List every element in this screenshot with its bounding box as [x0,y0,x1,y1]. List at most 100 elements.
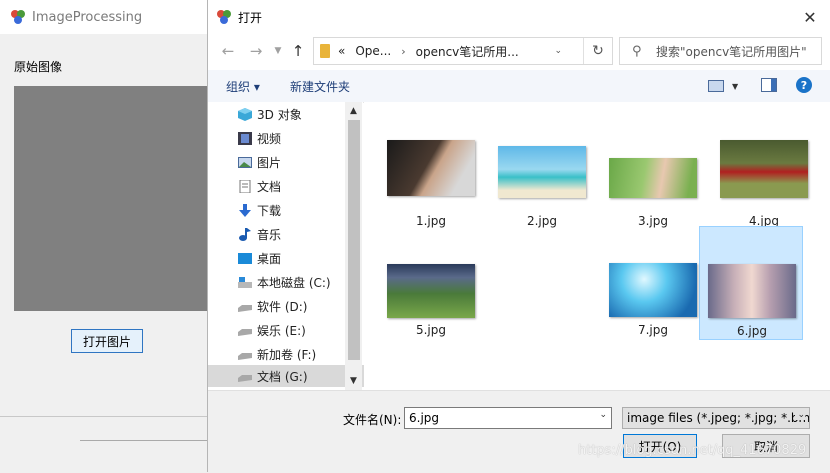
download-icon [238,203,252,217]
file-type-select[interactable]: image files (*.jpeg; *.jpg; *.bmp ⌄ [622,407,810,429]
sidebar-item-downloads[interactable]: 下载 [238,199,281,221]
forward-arrow-icon[interactable]: → [246,41,266,61]
sidebar-item-label: 娱乐 (E:) [257,323,306,338]
drive-icon [238,300,252,313]
sidebar-item-label: 本地磁盘 (C:) [257,275,331,290]
original-image-display [14,86,210,311]
background-window-bottom [0,416,210,443]
sidebar-item-label: 视频 [257,131,282,146]
sidebar-item-label: 桌面 [257,251,282,266]
image-thumbnail [609,158,697,198]
image-thumbnail [720,140,808,198]
drive-icon [238,370,252,383]
filename-label: 文件名(N): [343,413,402,427]
chevron-down-icon[interactable]: ⌄ [599,410,607,420]
refresh-icon[interactable]: ↻ [583,38,612,64]
sidebar-item-label: 新加卷 (F:) [257,347,317,362]
file-item[interactable]: 7.jpg [601,226,705,340]
chevron-down-icon: ⌄ [795,410,805,420]
sidebar-item-3d-objects[interactable]: 3D 对象 [238,103,302,125]
documents-icon [238,179,252,193]
sidebar-item-label: 文档 [257,179,282,194]
dialog-footer: 文件名(N): 6.jpg ⌄ image files (*.jpeg; *.j… [208,390,830,473]
sidebar-item-label: 下载 [257,203,282,218]
drive-icon [238,276,252,289]
scroll-down-icon[interactable]: ▼ [345,374,362,388]
file-item[interactable]: 2.jpg [490,110,594,228]
view-icon [708,80,724,92]
image-thumbnail [387,140,475,196]
breadcrumb-item[interactable]: Ope... [355,44,391,58]
app-icon [10,9,26,25]
image-thumbnail [708,264,796,318]
address-bar[interactable]: « Ope... › opencv笔记所用... ⌄ ↻ [313,37,613,65]
file-item[interactable]: 5.jpg [379,226,483,340]
file-name: 7.jpg [637,323,669,337]
chevron-down-icon: ▼ [732,81,739,91]
file-name: 6.jpg [736,324,768,338]
sidebar-item-desktop[interactable]: 桌面 [238,247,281,269]
sidebar-item-documents[interactable]: 文档 [238,175,281,197]
sidebar-item-drive-e[interactable]: 娱乐 (E:) [238,319,306,341]
sidebar-item-label: 图片 [257,155,282,170]
sidebar-item-label: 文档 (G:) [257,369,308,384]
dialog-title: 打开 [238,10,263,25]
filename-input[interactable]: 6.jpg ⌄ [404,407,612,429]
file-list: 1.jpg 2.jpg 3.jpg 4.jpg 5.jpg 6.jpg 7.jp… [364,102,830,390]
search-placeholder: 搜索"opencv笔记所用图片" [656,44,807,59]
open-file-dialog: 打开 ✕ ← → ▼ ↑ « Ope... › opencv笔记所用... ⌄ … [207,0,830,473]
scroll-up-icon[interactable]: ▲ [345,104,362,118]
divider [80,440,210,441]
file-item[interactable]: 3.jpg [601,110,705,228]
image-thumbnail [387,264,475,318]
sidebar-item-label: 3D 对象 [257,107,302,122]
change-view-button[interactable]: ▼ [708,78,748,94]
drive-icon [238,324,252,337]
dialog-toolbar: 组织 ▾ 新建文件夹 ▼ ? [208,70,830,103]
watermark: https://blog.csdn.net/qq_41670829 [578,443,807,458]
file-item[interactable]: 1.jpg [379,110,483,228]
dialog-titlebar: 打开 ✕ [208,0,830,34]
sidebar-scrollbar[interactable]: ▲ ▼ [345,102,362,390]
music-icon [238,227,252,241]
3d-objects-icon [238,107,252,121]
close-icon[interactable]: ✕ [799,6,821,28]
desktop-icon [238,252,252,265]
background-window-title: ImageProcessing [32,9,143,25]
organize-button[interactable]: 组织 ▾ [226,78,260,95]
file-item[interactable]: 4.jpg [712,110,816,228]
navigation-pane: 3D 对象 视频 图片 文档 下载 音乐 桌面 本地磁盘 (C:) 软件 (D:… [208,102,375,390]
image-thumbnail [498,146,586,198]
recent-locations-chevron-icon[interactable]: ▼ [268,41,288,61]
breadcrumb-overflow[interactable]: « [338,44,345,58]
open-image-button[interactable]: 打开图片 [71,329,143,353]
back-arrow-icon[interactable]: ← [218,41,238,61]
image-thumbnail [609,263,697,317]
sidebar-item-drive-f[interactable]: 新加卷 (F:) [238,343,316,365]
scrollbar-thumb[interactable] [348,120,360,360]
file-type-value: image files (*.jpeg; *.jpg; *.bmp [627,411,810,425]
preview-pane-icon[interactable] [761,78,777,92]
file-name: 5.jpg [415,323,447,337]
pictures-icon [238,156,252,169]
folder-icon [320,44,330,58]
sidebar-item-videos[interactable]: 视频 [238,127,281,149]
address-dropdown-icon[interactable]: ⌄ [554,46,562,56]
sidebar-item-drive-c[interactable]: 本地磁盘 (C:) [238,271,331,293]
breadcrumb-separator-icon: › [401,44,406,58]
new-folder-button[interactable]: 新建文件夹 [290,78,350,95]
original-image-label: 原始图像 [14,60,63,74]
background-app-window: ImageProcessing 原始图像 打开图片 [0,0,211,472]
app-icon [216,9,232,25]
sidebar-item-drive-d[interactable]: 软件 (D:) [238,295,307,317]
video-icon [238,131,252,145]
sidebar-item-label: 软件 (D:) [257,299,308,314]
sidebar-item-music[interactable]: 音乐 [238,223,281,245]
up-arrow-icon[interactable]: ↑ [288,41,308,61]
file-item-selected[interactable]: 6.jpg [699,226,803,340]
search-input[interactable]: ⚲ 搜索"opencv笔记所用图片" [619,37,822,65]
breadcrumb-item[interactable]: opencv笔记所用... [416,43,519,60]
sidebar-item-pictures[interactable]: 图片 [238,151,281,173]
search-icon: ⚲ [632,43,642,59]
help-icon[interactable]: ? [796,77,812,93]
